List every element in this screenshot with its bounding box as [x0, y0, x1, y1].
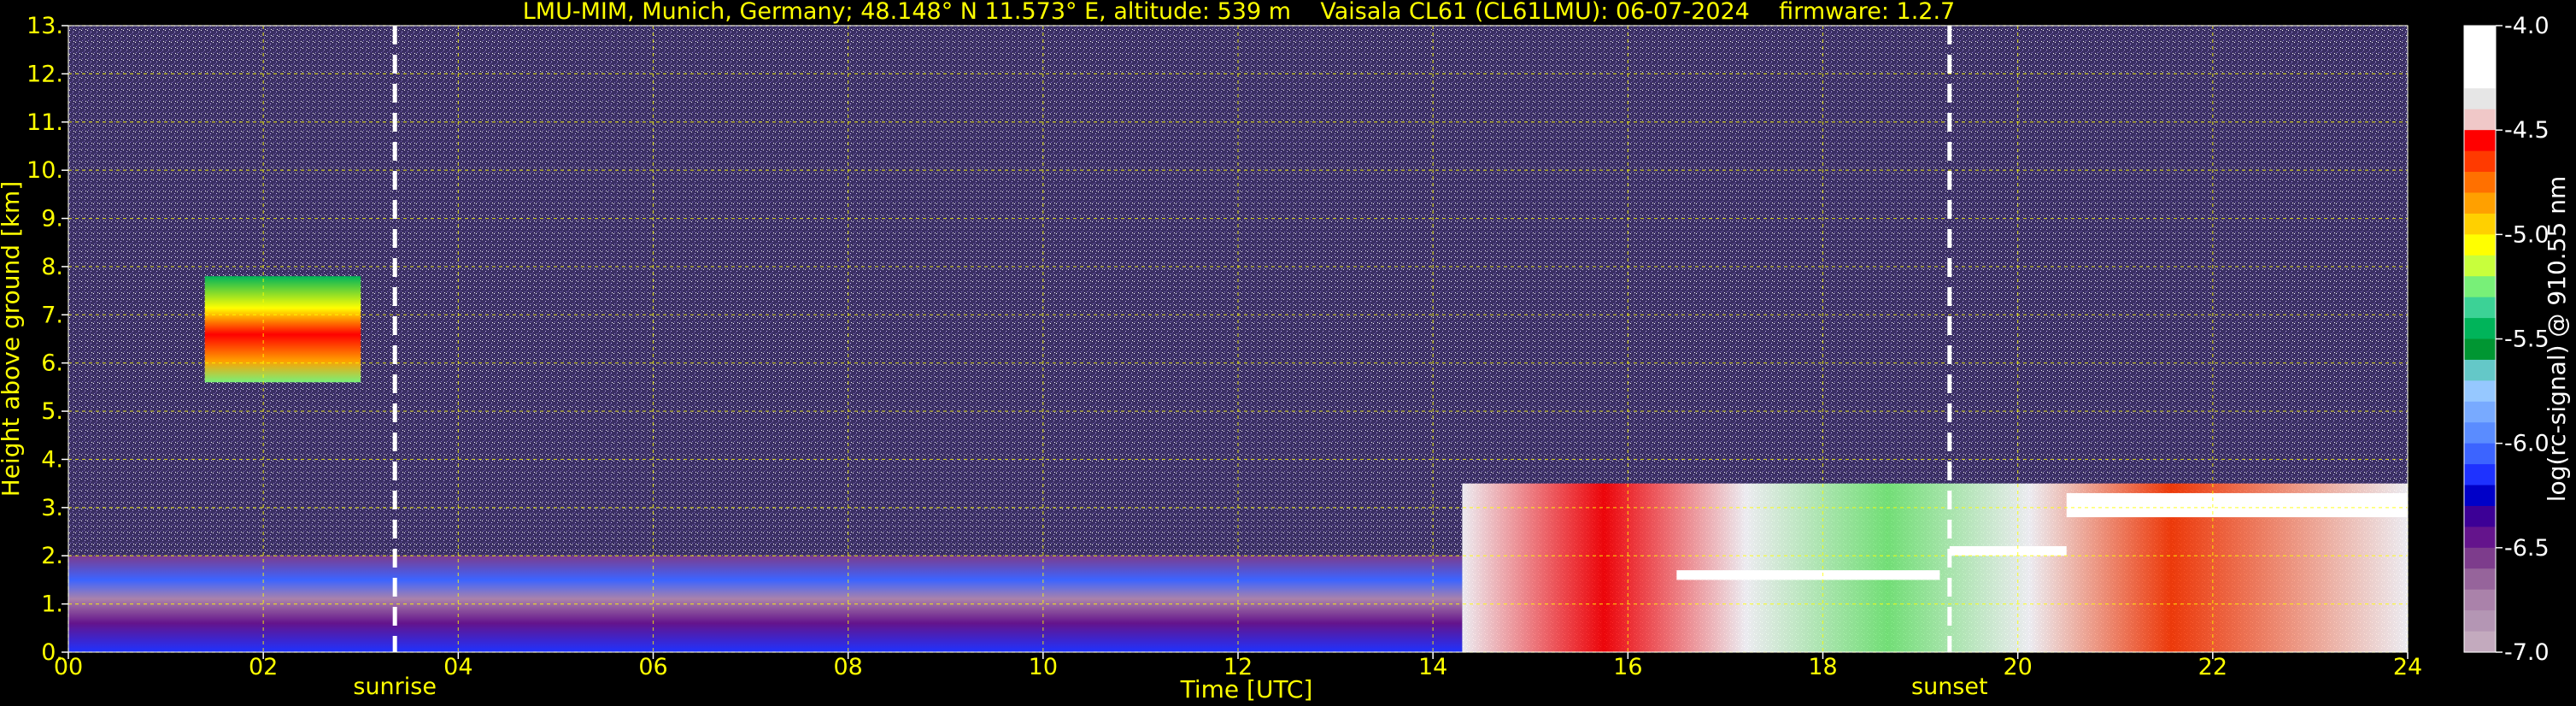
- colorbar-segment: [2464, 464, 2496, 486]
- colorbar-segment: [2464, 485, 2496, 507]
- y-tick-label: 13.: [26, 13, 63, 39]
- colorbar-segment: [2464, 318, 2496, 340]
- x-tick-label: 06: [638, 654, 667, 680]
- x-tick-label: 24: [2393, 654, 2422, 680]
- colorbar-segment: [2464, 610, 2496, 632]
- y-tick-label: 4.: [41, 446, 63, 473]
- colorbar-segment: [2464, 443, 2496, 465]
- feature-cirrus-cloud: [204, 276, 361, 383]
- colorbar-segment: [2464, 631, 2496, 653]
- x-tick-label: 14: [1418, 654, 1447, 680]
- colorbar-segment: [2464, 130, 2496, 152]
- event-label-sunset: sunset: [1911, 674, 1988, 700]
- colorbar-tick-label: -4.5: [2504, 117, 2550, 144]
- colorbar-label: log(rc-signal) @ 910.55 nm: [2543, 176, 2571, 502]
- colorbar-segment: [2464, 67, 2496, 89]
- y-tick-label: 10.: [26, 157, 63, 184]
- colorbar-segment: [2464, 276, 2496, 298]
- y-tick-label: 5.: [41, 398, 63, 425]
- y-tick-label: 6.: [41, 350, 63, 377]
- feature-cloud-top-layer: [1949, 545, 2067, 556]
- colorbar-segment: [2464, 589, 2496, 611]
- colorbar-segment: [2464, 401, 2496, 423]
- y-tick-label: 3.: [41, 495, 63, 521]
- x-axis-label: Time [UTC]: [1180, 675, 1313, 703]
- chart-canvas: 00 02 04 06 08 10 12 14 16 18 20 22 240.1.2.3.4.5.6.…: [0, 13, 2571, 703]
- y-tick-label: 8.: [41, 254, 63, 280]
- colorbar-segment: [2464, 359, 2496, 381]
- x-tick-label: 20: [2003, 654, 2032, 680]
- colorbar-segment: [2464, 568, 2496, 591]
- x-tick-label: 08: [833, 654, 862, 680]
- x-tick-label: 04: [443, 654, 472, 680]
- colorbar-segment: [2464, 422, 2496, 444]
- colorbar-segment: [2464, 297, 2496, 319]
- y-tick-label: 1.: [41, 591, 63, 618]
- x-tick-label: 02: [249, 654, 278, 680]
- event-label-sunrise: sunrise: [353, 674, 437, 700]
- colorbar-segment: [2464, 150, 2496, 173]
- colorbar-segment: [2464, 527, 2496, 549]
- y-tick-label: 0.: [41, 639, 63, 666]
- colorbar-segment: [2464, 172, 2496, 194]
- x-tick-label: 18: [1808, 654, 1837, 680]
- colorbar-segment: [2464, 192, 2496, 215]
- x-tick-label: 22: [2198, 654, 2227, 680]
- colorbar-tick-label: -4.0: [2504, 13, 2550, 39]
- colorbar-segment: [2464, 213, 2496, 235]
- y-tick-label: 11.: [26, 109, 63, 136]
- x-tick-label: 16: [1613, 654, 1642, 680]
- feature-cloud-top-layer: [1676, 570, 1940, 580]
- feature-cloud-top-layer: [2066, 492, 2408, 518]
- colorbar-segment: [2464, 234, 2496, 256]
- y-axis-label: Height above ground [km]: [0, 181, 25, 497]
- colorbar-tick-label: -7.0: [2504, 639, 2550, 666]
- y-tick-label: 2.: [41, 543, 63, 569]
- colorbar-segment: [2464, 255, 2496, 277]
- x-tick-label: 10: [1029, 654, 1058, 680]
- colorbar-tick-label: -6.5: [2504, 535, 2550, 562]
- colorbar-segment: [2464, 380, 2496, 403]
- colorbar-segment: [2464, 46, 2496, 68]
- y-tick-label: 12.: [26, 61, 63, 87]
- y-tick-label: 9.: [41, 206, 63, 232]
- colorbar-segment: [2464, 88, 2496, 110]
- colorbar-segment: [2464, 26, 2496, 48]
- colorbar-segment: [2464, 505, 2496, 527]
- colorbar-segment: [2464, 109, 2496, 131]
- colorbar-segment: [2464, 338, 2496, 361]
- y-tick-label: 7.: [41, 302, 63, 328]
- colorbar-segment: [2464, 547, 2496, 569]
